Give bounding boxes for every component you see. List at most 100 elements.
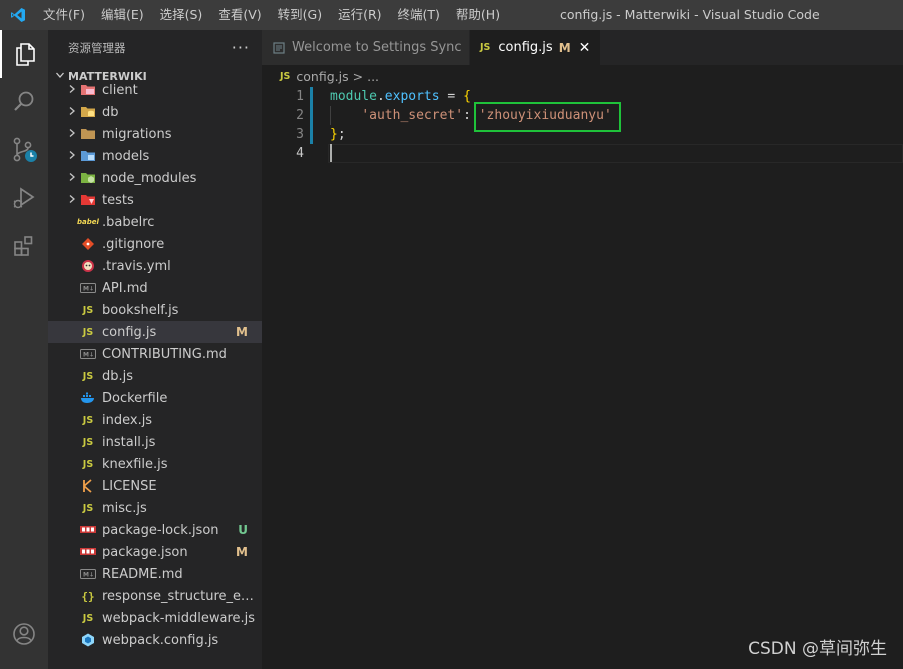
file-item[interactable]: package-lock.json U (48, 519, 262, 541)
npm-icon (80, 544, 96, 560)
git-status-badge: M (236, 325, 248, 339)
more-actions-icon[interactable]: ··· (232, 38, 250, 57)
file-name: migrations (102, 126, 172, 142)
menu-file[interactable]: 文件(F) (35, 0, 93, 30)
file-name: db.js (102, 368, 134, 384)
file-item[interactable]: JS bookshelf.js (48, 299, 262, 321)
folder-item[interactable]: db (48, 101, 262, 123)
menu-go[interactable]: 转到(G) (270, 0, 330, 30)
folder-item[interactable]: client (48, 79, 262, 101)
js-icon: JS (280, 70, 291, 82)
file-item[interactable]: Dockerfile (48, 387, 262, 409)
webpack-icon (80, 632, 96, 648)
file-item[interactable]: JS misc.js (48, 497, 262, 519)
chevron-right-icon (64, 127, 80, 141)
license-icon (80, 478, 96, 494)
chevron-right-icon (64, 171, 80, 185)
file-name: tests (102, 192, 134, 208)
file-item[interactable]: JS index.js (48, 409, 262, 431)
file-item[interactable]: .gitignore (48, 233, 262, 255)
vscode-logo-icon (0, 0, 35, 30)
search-icon[interactable] (0, 78, 48, 126)
text-cursor (330, 144, 332, 162)
travis-icon (80, 258, 96, 274)
file-item[interactable]: JS install.js (48, 431, 262, 453)
file-item[interactable]: babel .babelrc (48, 211, 262, 233)
json-icon: {} (81, 589, 95, 603)
menu-selection[interactable]: 选择(S) (152, 0, 211, 30)
svg-text:M↓: M↓ (83, 352, 94, 359)
node-folder-icon (80, 170, 96, 186)
highlight-box (474, 102, 621, 132)
git-icon (80, 236, 96, 252)
current-line-highlight (328, 144, 903, 163)
line-number: 1 (296, 89, 304, 104)
tab-label: config.js (498, 40, 553, 55)
file-item[interactable]: {} response_structure_exam... (48, 585, 262, 607)
folder-item[interactable]: migrations (48, 123, 262, 145)
account-icon[interactable] (0, 610, 48, 658)
modified-indicator: M (558, 40, 571, 55)
file-item[interactable]: JS knexfile.js (48, 453, 262, 475)
file-name: knexfile.js (102, 456, 168, 472)
file-item[interactable]: JS webpack-middleware.js (48, 607, 262, 629)
file-item[interactable]: LICENSE (48, 475, 262, 497)
docker-icon (80, 390, 96, 406)
menu-terminal[interactable]: 终端(T) (390, 0, 448, 30)
file-item[interactable]: JS db.js (48, 365, 262, 387)
file-name: LICENSE (102, 478, 157, 494)
file-item[interactable]: package.json M (48, 541, 262, 563)
menu-bar: 文件(F) 编辑(E) 选择(S) 查看(V) 转到(G) 运行(R) 终端(T… (35, 0, 508, 30)
folder-item[interactable]: tests (48, 189, 262, 211)
explorer-icon[interactable] (0, 30, 48, 78)
menu-help[interactable]: 帮助(H) (448, 0, 508, 30)
source-control-icon[interactable] (0, 126, 48, 174)
code-line-current: 4 (262, 144, 903, 163)
js-icon: JS (82, 414, 94, 426)
file-name: package.json (102, 544, 188, 560)
code-editor[interactable]: 1 module.exports = { 2 'auth_secret': 'z… (262, 87, 903, 669)
line-number: 4 (296, 146, 304, 161)
js-icon: JS (82, 436, 94, 448)
tab-welcome-settings-sync[interactable]: Welcome to Settings Sync (262, 30, 470, 65)
menu-run[interactable]: 运行(R) (330, 0, 389, 30)
breadcrumb-file[interactable]: config.js (296, 69, 348, 84)
run-debug-icon[interactable] (0, 174, 48, 222)
file-name: response_structure_exam... (102, 588, 258, 604)
folder-item[interactable]: models (48, 145, 262, 167)
window-title: config.js - Matterwiki - Visual Studio C… (560, 7, 820, 22)
git-status-badge: M (236, 545, 248, 559)
file-item[interactable]: M↓ API.md (48, 277, 262, 299)
folder-icon (80, 126, 96, 142)
file-item[interactable]: M↓ CONTRIBUTING.md (48, 343, 262, 365)
tests-folder-icon (80, 192, 96, 208)
file-name: config.js (102, 324, 157, 340)
babel-icon: babel (77, 218, 99, 226)
title-bar: 文件(F) 编辑(E) 选择(S) 查看(V) 转到(G) 运行(R) 终端(T… (0, 0, 903, 30)
file-name: package-lock.json (102, 522, 219, 538)
code-text: module.exports = { (330, 89, 471, 104)
models-folder-icon (80, 148, 96, 164)
js-icon: JS (82, 612, 94, 624)
menu-view[interactable]: 查看(V) (210, 0, 269, 30)
file-item[interactable]: .travis.yml (48, 255, 262, 277)
file-name: node_modules (102, 170, 197, 186)
menu-edit[interactable]: 编辑(E) (93, 0, 152, 30)
chevron-right-icon (64, 83, 80, 97)
tab-config-js[interactable]: JS config.js M ✕ (470, 30, 601, 65)
file-name: models (102, 148, 150, 164)
file-name: index.js (102, 412, 153, 428)
file-item[interactable]: webpack.config.js (48, 629, 262, 651)
breadcrumb: JS config.js > ... (262, 65, 903, 87)
chevron-right-icon (64, 105, 80, 119)
breadcrumb-symbol[interactable]: ... (367, 69, 379, 84)
extensions-icon[interactable] (0, 222, 48, 270)
file-item[interactable]: JS config.js M (48, 321, 262, 343)
file-name: install.js (102, 434, 156, 450)
breadcrumb-separator: > (352, 68, 364, 84)
explorer-title: 资源管理器 (68, 40, 126, 55)
close-icon[interactable]: ✕ (579, 40, 591, 56)
folder-item[interactable]: node_modules (48, 167, 262, 189)
file-item[interactable]: M↓ README.md (48, 563, 262, 585)
explorer-sidebar: 资源管理器 ··· MATTERWIKI client db migrations m… (48, 30, 262, 669)
